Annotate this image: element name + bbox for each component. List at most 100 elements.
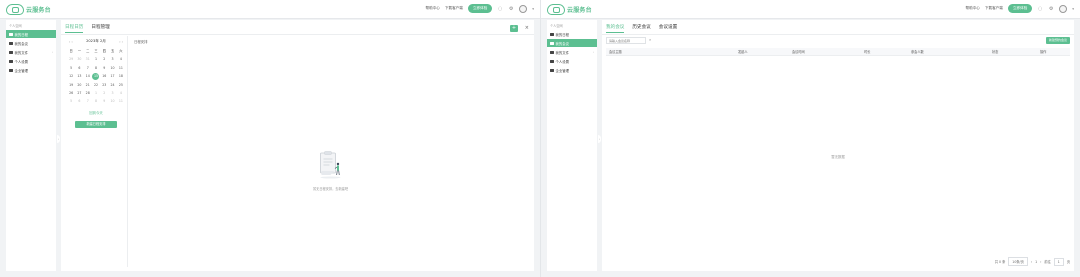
calendar-day[interactable]: 1 [92, 89, 100, 97]
calendar-day[interactable]: 11 [117, 97, 125, 105]
avatar[interactable] [1059, 4, 1068, 13]
calendar-day[interactable]: 3 [108, 55, 116, 63]
sidebar-item-my-files[interactable]: 我的文件 › [6, 48, 56, 56]
settings-icon[interactable]: ⚙ [1048, 6, 1054, 12]
calendar-day[interactable]: 26 [67, 89, 75, 97]
sidebar-item-personal-settings[interactable]: 个人设置 [6, 57, 56, 65]
download-link[interactable]: 下载客户端 [445, 6, 463, 11]
calendar-day[interactable]: 31 [84, 55, 92, 63]
calendar-day[interactable]: 22 [92, 81, 100, 89]
sidebar-item-enterprise[interactable]: 企业管理 [6, 66, 56, 74]
calendar-day[interactable]: 17 [108, 72, 116, 80]
calendar-day[interactable]: 18 [117, 72, 125, 80]
building-icon [9, 68, 13, 72]
calendar-day[interactable]: 25 [117, 81, 125, 89]
calendar-day[interactable]: 23 [100, 81, 108, 89]
page-size-select[interactable]: 10条/页 [1008, 257, 1028, 266]
calendar-day[interactable]: 20 [75, 81, 83, 89]
calendar-day[interactable]: 4 [117, 55, 125, 63]
chevron-down-icon[interactable]: ▾ [532, 7, 534, 11]
close-icon[interactable]: × [525, 25, 529, 31]
calendar-day[interactable]: 10 [108, 64, 116, 72]
calendar-day[interactable]: 5 [67, 97, 75, 105]
search-icon[interactable]: ⌕ [649, 37, 651, 42]
chevron-down-icon[interactable]: ▾ [1072, 7, 1074, 11]
column-header[interactable]: 参会人数 [911, 48, 924, 56]
calendar-day[interactable]: 24 [108, 81, 116, 89]
top-bar: 云服务台 帮助中心 下载客户端 立即体验 ◌ ⚙ ▾ [0, 0, 540, 19]
try-now-button[interactable]: 立即体验 [467, 4, 493, 13]
sidebar-collapse-handle[interactable]: ‹ [598, 135, 601, 143]
back-to-today-link[interactable]: 回到今天 [65, 110, 127, 115]
column-header[interactable]: 会议主题 [609, 48, 622, 56]
notification-icon[interactable]: ◌ [1037, 6, 1043, 12]
column-header[interactable]: 发起人 [738, 48, 748, 56]
help-link[interactable]: 帮助中心 [966, 6, 980, 11]
tab-my-meetings[interactable]: 我的会议 [606, 24, 625, 33]
prev-month-button[interactable]: ‹ ‹ [69, 40, 73, 44]
calendar-day[interactable]: 7 [84, 64, 92, 72]
calendar-day[interactable]: 6 [75, 97, 83, 105]
calendar-day[interactable]: 11 [117, 64, 125, 72]
calendar-day[interactable]: 2 [100, 89, 108, 97]
column-header[interactable]: 时长 [864, 48, 870, 56]
calendar-day[interactable]: 27 [75, 89, 83, 97]
page-number[interactable]: 1 [1035, 260, 1037, 264]
calendar-day[interactable]: 9 [100, 64, 108, 72]
sidebar-item-my-schedule[interactable]: 我的日程 [547, 30, 597, 38]
meeting-search-input[interactable] [606, 37, 646, 44]
calendar-day[interactable]: 15 [92, 72, 100, 81]
cloud-logo-icon [6, 4, 24, 15]
download-link[interactable]: 下载客户端 [985, 6, 1003, 11]
tab-history-meetings[interactable]: 历史会议 [632, 24, 650, 33]
calendar-day[interactable]: 16 [100, 72, 108, 80]
divider [61, 34, 534, 35]
weekday-label: 五 [110, 49, 115, 53]
calendar-day[interactable]: 8 [92, 97, 100, 105]
calendar-day[interactable]: 12 [67, 72, 75, 80]
calendar-day[interactable]: 2 [100, 55, 108, 63]
calendar-day[interactable]: 7 [84, 97, 92, 105]
avatar[interactable] [519, 4, 528, 13]
tab-schedule-calendar[interactable]: 日程日历 [65, 24, 84, 33]
next-page-button[interactable]: › [1040, 260, 1041, 264]
sidebar-item-my-files[interactable]: 我的文件 › [547, 48, 597, 56]
sidebar-item-my-schedule[interactable]: 我的日程 [6, 30, 56, 38]
notification-icon[interactable]: ◌ [497, 6, 503, 12]
calendar-day[interactable]: 4 [117, 89, 125, 97]
calendar-day[interactable]: 30 [75, 55, 83, 63]
calendar-day[interactable]: 14 [84, 72, 92, 80]
calendar-day[interactable]: 21 [84, 81, 92, 89]
next-month-button[interactable]: › › [119, 40, 123, 44]
calendar-day[interactable]: 1 [92, 55, 100, 63]
calendar-day[interactable]: 3 [108, 89, 116, 97]
new-schedule-button[interactable]: 新建日程安排 [75, 120, 117, 128]
calendar-day[interactable]: 5 [67, 64, 75, 72]
sidebar-item-enterprise[interactable]: 企业管理 [547, 66, 597, 74]
logo[interactable]: 云服务台 [6, 4, 51, 15]
calendar-day[interactable]: 13 [75, 72, 83, 80]
add-button[interactable]: + [510, 25, 518, 32]
calendar-day[interactable]: 6 [75, 64, 83, 72]
goto-page-input[interactable]: 1 [1053, 257, 1064, 266]
new-meeting-button[interactable]: 新建预约会议 [1046, 37, 1070, 44]
calendar-day[interactable]: 9 [100, 97, 108, 105]
sidebar-item-my-meetings[interactable]: 我的会议 [6, 39, 56, 47]
help-link[interactable]: 帮助中心 [426, 6, 440, 11]
settings-icon[interactable]: ⚙ [508, 6, 514, 12]
sidebar-collapse-handle[interactable]: ‹ [57, 135, 60, 143]
tab-meeting-settings[interactable]: 会议设置 [659, 24, 677, 33]
sidebar-item-my-meetings[interactable]: 我的会议 [547, 39, 597, 47]
calendar-day[interactable]: 29 [67, 55, 75, 63]
logo[interactable]: 云服务台 [547, 4, 592, 15]
tab-schedule-management[interactable]: 日程管理 [91, 24, 109, 33]
calendar-day[interactable]: 8 [92, 64, 100, 72]
calendar-day[interactable]: 28 [84, 89, 92, 97]
sidebar-item-personal-settings[interactable]: 个人设置 [547, 57, 597, 65]
prev-page-button[interactable]: ‹ [1031, 260, 1032, 264]
column-header[interactable]: 会议时间 [792, 48, 805, 56]
try-now-button[interactable]: 立即体验 [1007, 4, 1033, 13]
calendar-day[interactable]: 19 [67, 81, 75, 89]
column-header[interactable]: 状态 [992, 48, 998, 56]
calendar-day[interactable]: 10 [108, 97, 116, 105]
